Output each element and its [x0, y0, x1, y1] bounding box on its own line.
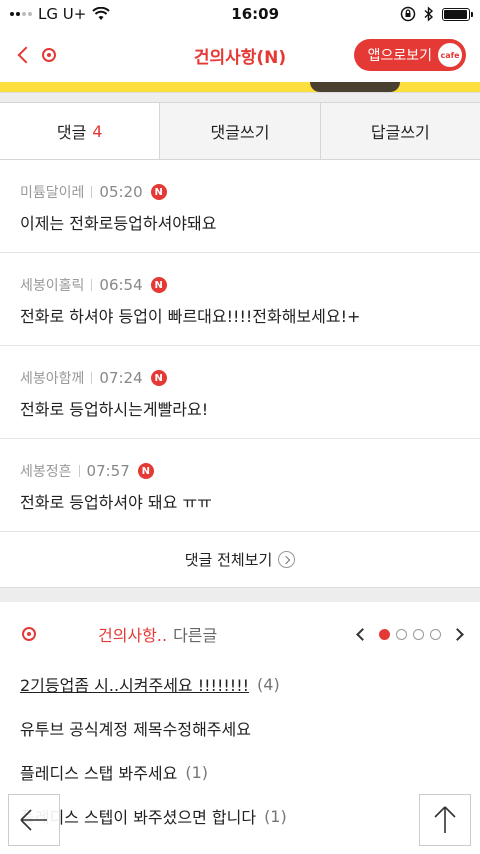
cafe-home-icon[interactable]: [42, 48, 56, 62]
tab-comments[interactable]: 댓글 4: [0, 103, 160, 159]
list-item[interactable]: 플레디스 스텝이 봐주셨으면 합니다 (1): [0, 794, 480, 838]
comment-item: 세봉이홀릭 06:54 N 전화로 하셔야 등업이 빠르대요!!!!전화해보세요…: [0, 253, 480, 346]
comment-time: 05:20: [99, 183, 143, 201]
post-title: 플레디스 스탭 봐주세요: [20, 764, 178, 783]
page-dot[interactable]: [413, 628, 424, 640]
comment-author[interactable]: 세봉정흔: [20, 461, 72, 481]
comment-meta: 세봉정흔 07:57 N: [20, 461, 460, 481]
wifi-icon: [92, 7, 110, 20]
other-posts-header: 건의사항.. 다른글: [0, 606, 480, 662]
board-icon: [22, 627, 36, 641]
board-name[interactable]: 건의사항..: [98, 622, 167, 646]
arrow-up-icon: [434, 806, 456, 833]
scroll-top-button[interactable]: [419, 794, 471, 846]
comment-item: 세봉정흔 07:57 N 전화로 등업하셔야 돼요 ㅠㅠ: [0, 439, 480, 532]
comment-author[interactable]: 세봉이홀릭: [20, 275, 84, 295]
other-posts-label: 다른글: [173, 626, 218, 645]
comment-author[interactable]: 세봉아함께: [20, 368, 84, 388]
tab-write-comment-label: 댓글쓰기: [210, 123, 270, 142]
prev-page-icon[interactable]: [356, 627, 369, 641]
list-item[interactable]: 유투브 공식계정 제목수정해주세요: [0, 706, 480, 750]
rotation-lock-icon: [400, 6, 416, 22]
back-chevron-icon[interactable]: [17, 46, 35, 64]
view-all-label: 댓글 전체보기: [184, 551, 273, 569]
divider: [91, 372, 93, 384]
tab-write-reply[interactable]: 답글쓰기: [319, 103, 480, 159]
back-button[interactable]: [8, 794, 60, 846]
comment-item: 세봉아함께 07:24 N 전화로 등업하시는게빨라요!: [0, 346, 480, 439]
post-comment-count: (1): [264, 806, 287, 826]
next-page-icon[interactable]: [451, 627, 464, 641]
signal-icon: [10, 12, 32, 16]
comment-list: 미튬달이레 05:20 N 이제는 전화로등업하셔야돼요 세봉이홀릭 06:54…: [0, 160, 480, 532]
tab-write-reply-label: 답글쓰기: [370, 123, 430, 142]
post-comment-count: (1): [185, 762, 209, 782]
bluetooth-icon: [424, 6, 434, 22]
carrier-label: LG U+: [38, 5, 87, 23]
battery-icon: [441, 7, 473, 21]
status-bar: LG U+ 16:09: [0, 0, 480, 28]
chevron-right-icon: [278, 551, 296, 568]
comment-text: 전화로 등업하시는게빨라요!: [20, 400, 209, 419]
page-dot[interactable]: [430, 628, 441, 640]
comment-meta: 미튬달이레 05:20 N: [20, 182, 460, 202]
tab-comments-label: 댓글: [56, 123, 87, 142]
list-item[interactable]: 플레디스 스탭 봐주세요 (1): [0, 750, 480, 794]
tab-write-comment[interactable]: 댓글쓰기: [159, 103, 320, 159]
status-right: [400, 6, 473, 22]
top-header: 건의사항(N) 앱으로보기 cafe: [0, 28, 480, 82]
other-posts-section: 건의사항.. 다른글 2기등업좀 시..시켜주세요 !!!!!!!! (4) 유…: [0, 602, 480, 854]
cafe-logo-icon: cafe: [438, 43, 462, 67]
arrow-left-icon: [20, 809, 47, 831]
comment-time: 06:54: [99, 276, 143, 294]
new-badge: N: [137, 463, 154, 479]
view-all-comments-button[interactable]: 댓글 전체보기: [0, 532, 480, 588]
section-gap: [0, 92, 480, 102]
comment-author[interactable]: 미튬달이레: [20, 182, 84, 202]
open-in-app-label: 앱으로보기: [367, 48, 432, 64]
divider: [78, 465, 80, 477]
clock: 16:09: [231, 5, 280, 23]
divider: [91, 279, 93, 291]
post-title: 유투브 공식계정 제목수정해주세요: [20, 720, 251, 739]
banner-image: [0, 82, 480, 92]
post-comment-count: (4): [257, 674, 280, 694]
page-dot[interactable]: [396, 628, 407, 640]
list-item[interactable]: 2기등업좀 시..시켜주세요 !!!!!!!! (4): [0, 662, 480, 706]
new-badge: N: [150, 277, 167, 293]
divider: [91, 186, 93, 198]
comment-time: 07:57: [86, 462, 130, 480]
comment-count: 4: [92, 121, 103, 141]
post-title: 2기등업좀 시..시켜주세요 !!!!!!!!: [20, 676, 250, 695]
status-left: LG U+: [10, 5, 110, 23]
comment-time: 07:24: [99, 369, 143, 387]
new-badge: N: [150, 370, 167, 386]
section-gap: [0, 588, 480, 602]
comment-text: 이제는 전화로등업하셔야돼요: [20, 214, 217, 233]
new-badge: N: [150, 184, 167, 200]
comment-tabs: 댓글 4 댓글쓰기 답글쓰기: [0, 102, 480, 160]
pagination: [356, 627, 464, 641]
page-dot[interactable]: [379, 628, 390, 640]
comment-text: 전화로 하셔야 등업이 빠르대요!!!!전화해보세요!+: [20, 307, 361, 326]
comment-item: 미튬달이레 05:20 N 이제는 전화로등업하셔야돼요: [0, 160, 480, 253]
comment-meta: 세봉아함께 07:24 N: [20, 368, 460, 388]
page: LG U+ 16:09 건의사항(N) 앱으로보기 cafe 댓글 4 댓글쓰기…: [0, 0, 480, 854]
battery-fill: [443, 9, 467, 19]
comment-text: 전화로 등업하셔야 돼요 ㅠㅠ: [20, 493, 212, 512]
comment-meta: 세봉이홀릭 06:54 N: [20, 275, 460, 295]
open-in-app-button[interactable]: 앱으로보기 cafe: [353, 39, 466, 71]
